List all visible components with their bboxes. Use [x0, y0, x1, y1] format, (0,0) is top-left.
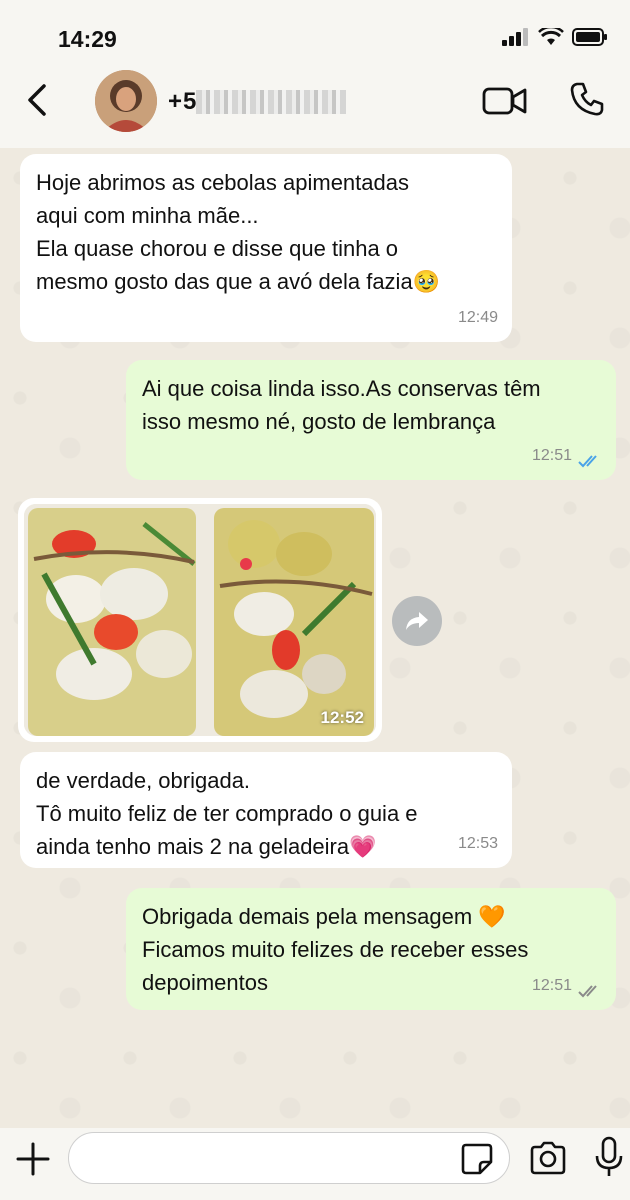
phone-icon: [570, 82, 604, 116]
chat-area[interactable]: Hoje abrimos as cebolas apimentadas aqui…: [0, 148, 630, 1128]
contact-number-redacted: [196, 90, 346, 114]
microphone-button[interactable]: [594, 1136, 624, 1178]
back-arrow-icon: [28, 84, 46, 116]
status-time: 14:29: [58, 26, 117, 52]
status-bar: 14:29: [0, 0, 630, 70]
voice-call-button[interactable]: [568, 80, 606, 118]
attach-button[interactable]: [14, 1140, 52, 1178]
message-text: Ai que coisa linda isso.As conservas têm…: [142, 376, 541, 434]
message-bubble-outgoing[interactable]: Ai que coisa linda isso.As conservas têm…: [126, 360, 616, 480]
message-bubble-incoming[interactable]: Hoje abrimos as cebolas apimentadas aqui…: [20, 154, 512, 342]
input-bar: [0, 1128, 630, 1200]
message-input[interactable]: [68, 1132, 510, 1184]
battery-icon: [572, 28, 607, 46]
video-call-icon: [482, 87, 527, 115]
message-bubble-outgoing[interactable]: Obrigada demais pela mensagem 🧡 Ficamos …: [126, 888, 616, 1010]
forward-button[interactable]: [392, 596, 442, 646]
photo-time: 12:52: [320, 708, 364, 727]
read-ticks-icon: [578, 455, 597, 468]
microphone-icon: [595, 1136, 623, 1176]
message-text: Hoje abrimos as cebolas apimentadas aqui…: [36, 170, 441, 294]
message-text: de verdade, obrigada. Tô muito feliz de …: [36, 768, 418, 859]
camera-icon: [530, 1141, 566, 1175]
message-bubble-incoming[interactable]: de verdade, obrigada. Tô muito feliz de …: [20, 752, 512, 868]
avatar-image: [95, 70, 157, 132]
photo-message[interactable]: 12:52: [18, 498, 382, 742]
video-call-button[interactable]: [482, 84, 528, 118]
contact-name[interactable]: +5: [168, 88, 197, 116]
message-time: 12:53: [457, 835, 498, 852]
status-icons: [502, 28, 608, 46]
signal-icon: [502, 28, 528, 46]
chat-header: +5: [0, 70, 630, 148]
message-time: 12:49: [457, 309, 498, 326]
photo-image: [24, 504, 376, 736]
sticker-icon: [461, 1143, 493, 1175]
camera-button[interactable]: [528, 1140, 568, 1176]
message-time: 12:51: [531, 977, 572, 994]
back-button[interactable]: [18, 80, 58, 120]
message-time: 12:51: [531, 447, 572, 464]
pickled-onions-photo[interactable]: 12:52: [24, 504, 376, 736]
delivered-ticks-icon: [578, 985, 597, 998]
avatar[interactable]: [95, 70, 157, 132]
sticker-button[interactable]: [460, 1142, 494, 1176]
plus-icon: [16, 1142, 50, 1176]
forward-icon: [406, 612, 428, 630]
wifi-icon: [538, 28, 564, 45]
